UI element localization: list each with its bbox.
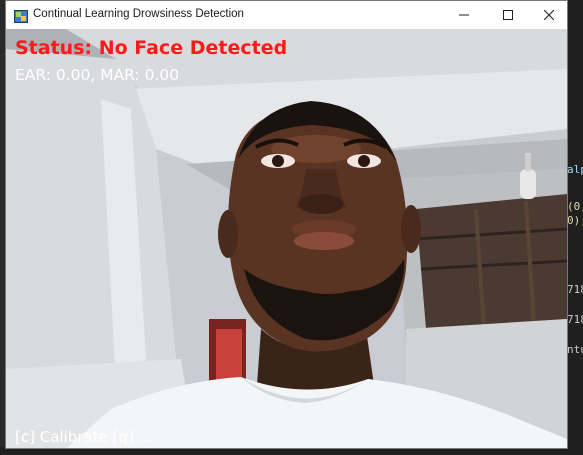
close-button[interactable]	[527, 1, 567, 29]
maximize-button[interactable]	[486, 1, 530, 29]
keyboard-hint-text: [c] Calibrate [q] ...	[15, 428, 153, 446]
editor-fragment: (0,	[567, 200, 583, 213]
maximize-icon	[503, 10, 513, 20]
window-title: Continual Learning Drowsiness Detection	[33, 8, 244, 20]
editor-fragment: 0);	[567, 214, 583, 227]
camera-feed: Status: No Face Detected EAR: 0.00, MAR:…	[6, 29, 567, 448]
title-bar[interactable]: Continual Learning Drowsiness Detection	[6, 1, 567, 29]
ear-mar-metrics-text: EAR: 0.00, MAR: 0.00	[15, 66, 180, 84]
editor-fragment: ntu	[567, 343, 583, 356]
minimize-icon	[459, 14, 469, 16]
detection-status-text: Status: No Face Detected	[15, 37, 288, 59]
editor-fragment: alp	[567, 163, 583, 176]
camera-frame-image	[6, 29, 567, 448]
close-icon	[544, 10, 554, 20]
detection-window: Continual Learning Drowsiness Detection	[5, 0, 568, 449]
minimize-button[interactable]	[442, 1, 486, 29]
editor-fragment: 718	[567, 283, 583, 296]
app-icon	[14, 8, 28, 23]
editor-fragment: 718	[567, 313, 583, 326]
